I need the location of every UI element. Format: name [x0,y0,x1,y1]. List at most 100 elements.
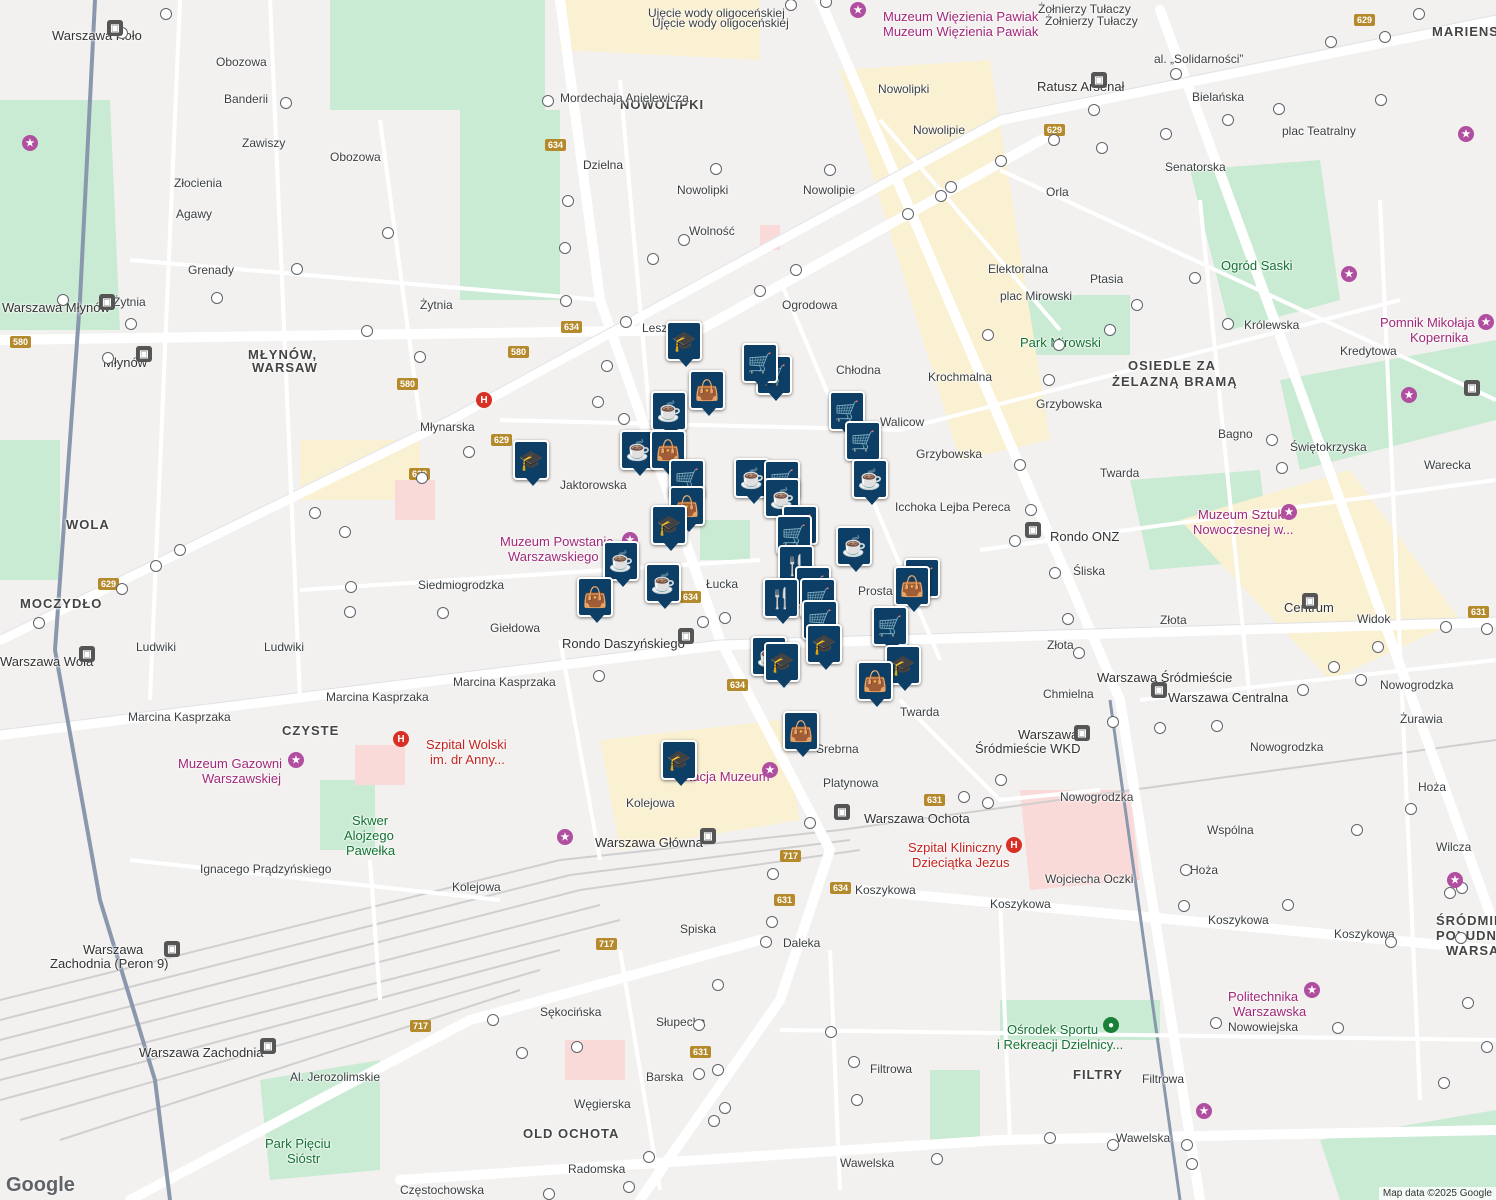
bus-stop-icon[interactable] [1211,720,1223,732]
bus-stop-icon[interactable] [1180,864,1192,876]
bus-stop-icon[interactable] [697,616,709,628]
bus-stop-icon[interactable] [719,1102,731,1114]
train-station-icon[interactable]: ▣ [1151,682,1167,698]
bus-stop-icon[interactable] [309,507,321,519]
bus-stop-icon[interactable] [562,195,574,207]
bus-stop-icon[interactable] [1282,899,1294,911]
bus-stop-icon[interactable] [1266,434,1278,446]
map-label[interactable]: Śródmieście WKD [975,741,1080,756]
map-label[interactable]: Muzeum Powstania [500,534,613,549]
bus-stop-icon[interactable] [1379,31,1391,43]
map-label[interactable]: Warszawa Młynów [2,300,110,315]
bus-stop-icon[interactable] [345,581,357,593]
bus-stop-icon[interactable] [647,253,659,265]
bus-stop-icon[interactable] [1481,623,1493,635]
bus-stop-icon[interactable] [125,318,137,330]
bus-stop-icon[interactable] [1049,567,1061,579]
shopping-bag-icon[interactable]: 👜 [689,370,725,416]
coffee-cup-icon[interactable]: ☕ [645,563,681,609]
bus-stop-icon[interactable] [712,979,724,991]
shopping-bag-icon[interactable]: 👜 [783,711,819,757]
bus-stop-icon[interactable] [1154,722,1166,734]
map-label[interactable]: Warszawska [1233,1004,1306,1019]
map-label[interactable]: ŻELAZNĄ BRAMĄ [1112,374,1238,389]
bus-stop-icon[interactable] [804,817,816,829]
shopping-cart-icon[interactable]: 🛒 [845,421,881,467]
bus-stop-icon[interactable] [33,617,45,629]
shopping-bag-icon[interactable]: 👜 [857,661,893,707]
bus-stop-icon[interactable] [982,329,994,341]
bus-stop-icon[interactable] [1481,1041,1493,1053]
train-station-icon[interactable]: ▣ [260,1038,276,1054]
map-label[interactable]: Warszawa Koło [52,28,142,43]
bus-stop-icon[interactable] [1053,339,1065,351]
bus-stop-icon[interactable] [766,916,778,928]
bus-stop-icon[interactable] [543,1188,555,1200]
museum-icon[interactable]: ★ [1341,266,1357,282]
museum-icon[interactable]: ★ [1458,126,1474,142]
map-label[interactable]: i Rekreacji Dzielnicy... [997,1037,1123,1052]
train-station-icon[interactable]: ▣ [700,828,716,844]
bus-stop-icon[interactable] [1372,641,1384,653]
museum-icon[interactable]: ★ [557,829,573,845]
bus-stop-icon[interactable] [848,1056,860,1068]
bus-stop-icon[interactable] [414,351,426,363]
bus-stop-icon[interactable] [760,936,772,948]
map-label[interactable]: MARIENSZ [1432,24,1496,39]
bus-stop-icon[interactable] [945,181,957,193]
map-label[interactable]: Rondo Daszyńskiego [562,636,685,651]
coffee-cup-icon[interactable]: ☕ [603,541,639,587]
bus-stop-icon[interactable] [995,774,1007,786]
bus-stop-icon[interactable] [592,396,604,408]
bus-stop-icon[interactable] [935,190,947,202]
bus-stop-icon[interactable] [623,1181,635,1193]
train-station-icon[interactable]: ▣ [136,346,152,362]
bus-stop-icon[interactable] [678,234,690,246]
bus-stop-icon[interactable] [1181,1139,1193,1151]
bus-stop-icon[interactable] [1444,887,1456,899]
map-label[interactable]: Szpital Wolski [426,737,507,752]
bus-stop-icon[interactable] [1297,684,1309,696]
bus-stop-icon[interactable] [1325,36,1337,48]
museum-icon[interactable]: ★ [22,135,38,151]
map-label[interactable]: Warszawa [1018,727,1078,742]
coffee-cup-icon[interactable]: ☕ [852,459,888,505]
train-station-icon[interactable]: ▣ [99,294,115,310]
map-label[interactable]: WARSAW [1446,943,1496,958]
bus-stop-icon[interactable] [754,285,766,297]
train-station-icon[interactable]: ▣ [107,20,123,36]
map-label[interactable]: Pawełka [346,843,395,858]
map-attribution[interactable]: Map data ©2025 Google [1378,1187,1496,1200]
bus-stop-icon[interactable] [1062,613,1074,625]
map-label[interactable]: Ratusz Arsenał [1037,79,1124,94]
bus-stop-icon[interactable] [1043,374,1055,386]
bus-stop-icon[interactable] [382,227,394,239]
map-label[interactable]: Szpital Kliniczny [908,840,1002,855]
museum-icon[interactable]: ★ [1447,872,1463,888]
bus-stop-icon[interactable] [1355,674,1367,686]
bus-stop-icon[interactable] [1107,716,1119,728]
train-station-icon[interactable]: ▣ [678,628,694,644]
map-label[interactable]: Warszawa Centralna [1168,690,1288,705]
bus-stop-icon[interactable] [1438,1077,1450,1089]
map-label[interactable]: Ogród Saski [1221,258,1293,273]
bus-stop-icon[interactable] [824,164,836,176]
bus-stop-icon[interactable] [1332,1022,1344,1034]
bus-stop-icon[interactable] [931,1153,943,1165]
graduation-cap-icon[interactable]: 🎓 [651,505,687,551]
bus-stop-icon[interactable] [1044,1132,1056,1144]
bus-stop-icon[interactable] [1413,8,1425,20]
museum-icon[interactable]: ★ [1478,314,1494,330]
bus-stop-icon[interactable] [710,163,722,175]
bus-stop-icon[interactable] [174,544,186,556]
bus-stop-icon[interactable] [1440,621,1452,633]
bus-stop-icon[interactable] [571,1041,583,1053]
bus-stop-icon[interactable] [361,325,373,337]
graduation-cap-icon[interactable]: 🎓 [513,440,549,486]
bus-stop-icon[interactable] [1328,661,1340,673]
map-label[interactable]: MOCZYDŁO [20,596,102,611]
bus-stop-icon[interactable] [851,1094,863,1106]
map-label[interactable]: Muzeum Więzienia Pawiak [883,24,1038,39]
train-station-icon[interactable]: ▣ [79,646,95,662]
bus-stop-icon[interactable] [1273,103,1285,115]
